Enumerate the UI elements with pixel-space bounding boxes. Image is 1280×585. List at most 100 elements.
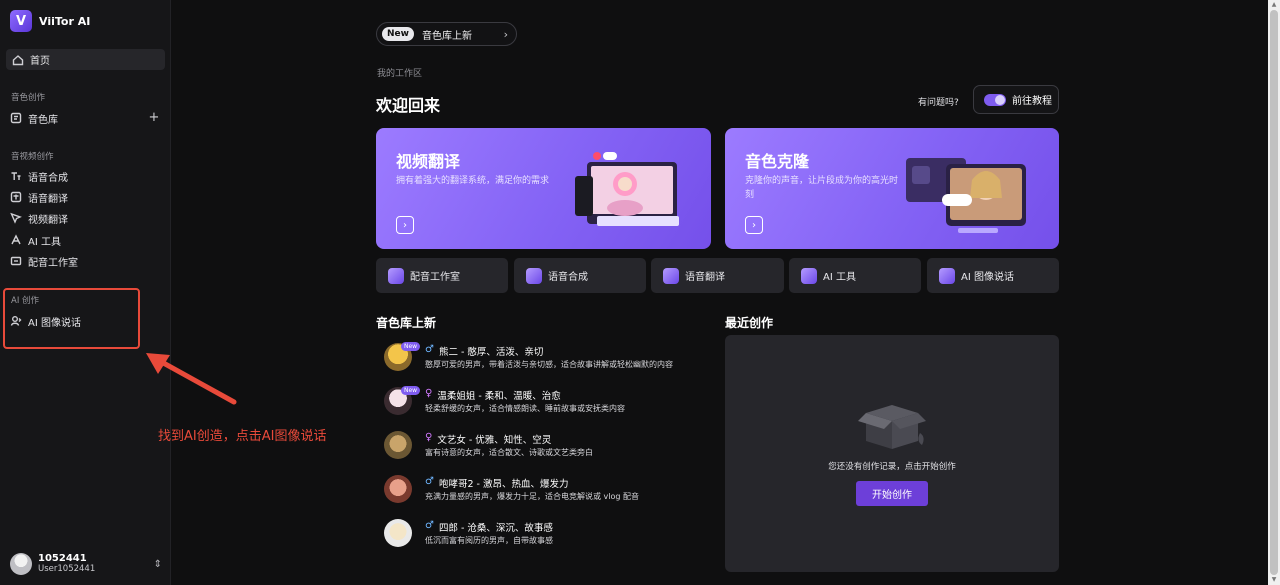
library-icon xyxy=(10,112,22,124)
chevron-updown-icon: ⇕ xyxy=(153,558,162,570)
voice-clone-illustration-icon xyxy=(906,158,1026,233)
sidebar-item-label: AI 工具 xyxy=(28,236,61,248)
annotation-arrow-icon xyxy=(146,353,237,405)
list-item[interactable]: New ♀ 温柔姐姐 - 柔和、温暖、治愈 轻柔舒缓的女声，适合情感朗读、睡前故事… xyxy=(384,386,704,416)
annotation-text: 找到AI创造，点击AI图像说话 xyxy=(158,429,327,444)
hero-desc: 克隆你的声音，让片段成为你的高光时刻 xyxy=(745,176,899,200)
voice-desc: 充满力量感的男声，爆发力十足，适合电竞解说或 vlog 配音 xyxy=(425,492,640,501)
hero-arrow-button[interactable]: › xyxy=(396,216,414,234)
quick-action-label: 配音工作室 xyxy=(410,272,460,283)
section-av-creation: 音视频创作 xyxy=(11,152,54,162)
sidebar-item-label: 视频翻译 xyxy=(28,214,68,226)
toggle-icon xyxy=(984,93,1006,106)
voice-desc: 轻柔舒缓的女声，适合情感朗读、睡前故事或安抚类内容 xyxy=(425,404,625,413)
video-translate-illustration-icon xyxy=(575,152,679,226)
studio-icon xyxy=(388,267,404,284)
studio-icon xyxy=(10,255,22,267)
image-talk-icon xyxy=(939,267,955,284)
ai-tools-icon xyxy=(801,267,817,284)
whats-new-badge[interactable]: New 音色库上新 › xyxy=(376,22,517,46)
voice-name: 咆哮哥2 - 激昂、热血、爆发力 xyxy=(438,479,569,490)
hero-video-translate[interactable]: 视频翻译 拥有着强大的翻译系统，满足你的需求 › xyxy=(376,128,711,249)
quick-action-label: 语音合成 xyxy=(548,272,588,283)
quick-action-dubbing-studio[interactable]: 配音工作室 xyxy=(376,258,508,293)
empty-text: 您还没有创作记录，点击开始创作 xyxy=(828,462,956,472)
recent-panel: 您还没有创作记录，点击开始创作 开始创作 xyxy=(725,335,1059,572)
speech-translate-icon xyxy=(663,267,679,284)
voice-avatar xyxy=(384,431,412,459)
start-creating-button[interactable]: 开始创作 xyxy=(856,481,928,506)
tutorial-button[interactable]: 前往教程 xyxy=(973,85,1059,114)
sidebar-item-voice-library[interactable]: 音色库 xyxy=(10,110,58,126)
scrollbar[interactable]: ▲ ▼ xyxy=(1268,0,1280,585)
hero-desc: 拥有着强大的翻译系统，满足你的需求 xyxy=(396,176,550,186)
user-name: 1052441 xyxy=(38,553,87,564)
quick-action-label: 语音翻译 xyxy=(685,272,725,283)
sidebar-item-home[interactable]: 首页 xyxy=(6,49,165,70)
voice-name: 熊二 - 憨厚、活泼、亲切 xyxy=(438,347,544,358)
recent-section-title: 最近创作 xyxy=(725,316,774,330)
tts-icon xyxy=(10,170,22,182)
female-icon: ♀ xyxy=(425,388,433,399)
sidebar-item-dubbing-studio[interactable]: 配音工作室 xyxy=(10,253,78,269)
voice-desc: 富有诗意的女声，适合散文、诗歌或文艺类旁白 xyxy=(425,448,593,457)
voice-avatar xyxy=(384,475,412,503)
scroll-up-icon[interactable]: ▲ xyxy=(1270,1,1278,9)
quick-action-tts[interactable]: 语音合成 xyxy=(514,258,646,293)
sidebar-item-label: 音色库 xyxy=(28,114,58,126)
new-tag: New xyxy=(401,342,421,351)
female-icon: ♀ xyxy=(425,432,433,443)
voice-name: 四郎 - 沧桑、深沉、故事感 xyxy=(438,523,553,534)
scroll-down-icon[interactable]: ▼ xyxy=(1270,576,1278,584)
page-title: 欢迎回来 xyxy=(376,96,441,115)
sidebar-item-speech-translate[interactable]: 语音翻译 xyxy=(10,189,68,205)
male-icon: ♂ xyxy=(425,344,434,355)
sidebar-item-label: 语音合成 xyxy=(28,172,68,184)
help-text: 有问题吗? xyxy=(918,98,959,108)
male-icon: ♂ xyxy=(425,476,434,487)
sidebar-item-video-translate[interactable]: 视频翻译 xyxy=(10,210,68,226)
hero-title: 视频翻译 xyxy=(396,152,461,171)
voices-section-title: 音色库上新 xyxy=(376,316,437,330)
sidebar-item-label: 语音翻译 xyxy=(28,193,68,205)
list-item[interactable]: ♂ 四郎 - 沧桑、深沉、故事感 低沉而富有阅历的男声，自带故事感 xyxy=(384,518,704,548)
quick-action-ai-tools[interactable]: AI 工具 xyxy=(789,258,921,293)
sidebar-item-ai-tools[interactable]: AI 工具 xyxy=(10,232,61,248)
speech-translate-icon xyxy=(10,191,22,203)
list-item[interactable]: ♂ 咆哮哥2 - 激昂、热血、爆发力 充满力量感的男声，爆发力十足，适合电竞解说或… xyxy=(384,474,704,504)
avatar xyxy=(10,553,32,575)
quick-action-ai-image-talk[interactable]: AI 图像说话 xyxy=(927,258,1059,293)
brand[interactable]: V ViiTor AI xyxy=(10,10,90,32)
quick-action-label: AI 工具 xyxy=(823,272,856,283)
hero-arrow-button[interactable]: › xyxy=(745,216,763,234)
quick-action-speech-translate[interactable]: 语音翻译 xyxy=(651,258,784,293)
scroll-thumb[interactable] xyxy=(1270,10,1278,575)
workspace-label: 我的工作区 xyxy=(377,69,423,79)
quick-action-label: AI 图像说话 xyxy=(961,272,1014,283)
add-voice-button[interactable]: + xyxy=(148,111,160,124)
brand-name: ViiTor AI xyxy=(39,14,91,28)
list-item[interactable]: New ♂ 熊二 - 憨厚、活泼、亲切 憨厚可爱的男声，带着活泼与亲切感，适合故事… xyxy=(384,342,704,372)
user-handle: User1052441 xyxy=(38,564,96,574)
male-icon: ♂ xyxy=(425,520,434,531)
voice-desc: 憨厚可爱的男声，带着活泼与亲切感，适合故事讲解或轻松幽默的内容 xyxy=(425,360,673,369)
voice-desc: 低沉而富有阅历的男声，自带故事感 xyxy=(425,536,553,545)
hero-voice-clone[interactable]: 音色克隆 克隆你的声音，让片段成为你的高光时刻 › xyxy=(725,128,1059,249)
brand-logo: V xyxy=(10,10,32,32)
sidebar-item-tts[interactable]: 语音合成 xyxy=(10,168,68,184)
sidebar-item-label: 首页 xyxy=(30,56,50,67)
new-tag: New xyxy=(401,386,421,395)
video-translate-icon xyxy=(10,212,22,224)
voice-avatar xyxy=(384,519,412,547)
voice-name: 温柔姐姐 - 柔和、温暖、治愈 xyxy=(437,391,561,402)
tutorial-label: 前往教程 xyxy=(1012,96,1052,107)
new-tag: New xyxy=(382,27,414,41)
list-item[interactable]: ♀ 文艺女 - 优雅、知性、空灵 富有诗意的女声，适合散文、诗歌或文艺类旁白 xyxy=(384,430,704,460)
section-voice-creation: 音色创作 xyxy=(11,93,46,103)
empty-box-icon xyxy=(858,405,926,449)
ai-tools-icon xyxy=(10,234,22,246)
home-icon xyxy=(12,54,24,66)
tts-icon xyxy=(526,267,542,284)
user-menu[interactable]: 1052441 User1052441 ⇕ xyxy=(10,552,162,576)
annotation-highlight-box xyxy=(3,288,140,349)
